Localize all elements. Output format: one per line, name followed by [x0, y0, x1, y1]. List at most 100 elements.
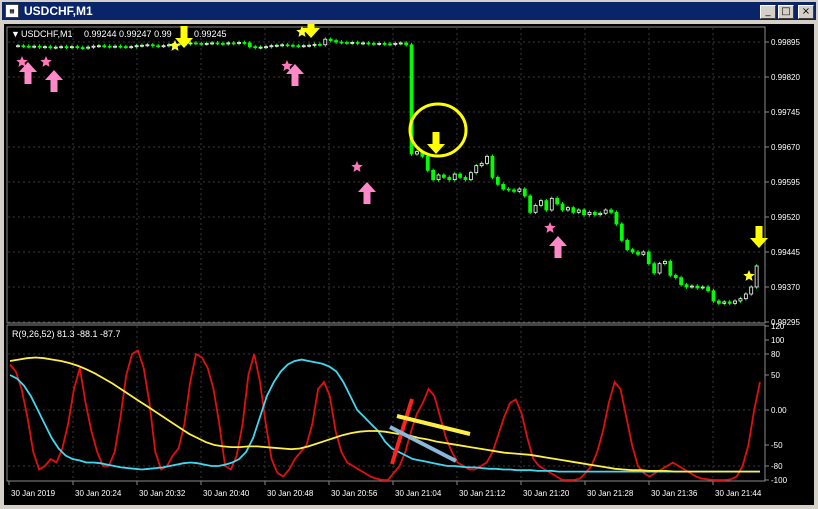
candle — [490, 154, 495, 180]
candle-body-bull — [274, 44, 279, 47]
candle-body-bear — [630, 249, 635, 253]
candle-body-bear — [463, 176, 468, 181]
candle-body-bull — [59, 46, 64, 49]
candle-body-bull — [657, 263, 662, 274]
candle — [296, 43, 301, 49]
candle — [657, 261, 662, 275]
candle-body-bear — [555, 197, 560, 205]
candle — [53, 45, 58, 50]
indicator-scale-label: 120 — [771, 322, 785, 331]
candle — [258, 45, 263, 50]
pink-star-icon — [351, 161, 363, 172]
candle-body-bull — [91, 45, 96, 48]
candle — [533, 203, 538, 215]
candle — [641, 250, 646, 257]
indicator-line-yellow — [9, 356, 760, 473]
candle-body-bear — [80, 47, 85, 50]
candle-body-bear — [458, 173, 462, 178]
chart-collapse-icon[interactable]: ▼ — [11, 29, 20, 39]
candle-body-bear — [646, 251, 651, 265]
candle — [727, 300, 732, 306]
candle-body-bull — [468, 172, 473, 181]
main-chart-frame — [6, 26, 766, 324]
up-arrow-icon — [45, 70, 63, 92]
candle-body-bull — [700, 286, 705, 289]
candle — [291, 43, 295, 48]
candle — [663, 259, 667, 266]
time-label: 30 Jan 20:32 — [139, 489, 186, 498]
candle-body-bear — [609, 209, 613, 213]
candle-body-bull — [53, 46, 58, 49]
candle — [749, 285, 754, 296]
candle — [711, 288, 716, 303]
price-chart-canvas[interactable]: ▼ USDCHF,M1 0.99244 0.99247 0.99 0.99245… — [4, 16, 814, 505]
candle — [528, 194, 533, 215]
close-button[interactable]: × — [798, 5, 814, 19]
time-label: 30 Jan 21:12 — [459, 489, 506, 498]
candle — [199, 41, 204, 46]
minimize-button[interactable]: _ — [760, 5, 776, 19]
candle-body-bear — [544, 200, 549, 211]
candle — [123, 44, 128, 49]
candle-body-bear — [695, 285, 700, 289]
candle-body-bear — [679, 277, 684, 286]
candle-body-bear — [285, 44, 290, 47]
candle — [312, 42, 317, 48]
time-label: 30 Jan 21:44 — [715, 489, 762, 498]
candle — [274, 43, 279, 48]
candle-body-bear — [371, 42, 376, 45]
candle-body-bear — [123, 46, 128, 49]
candle-series — [16, 37, 759, 306]
candle-body-bull — [377, 42, 382, 45]
candle-body-bear — [21, 45, 26, 48]
candle — [587, 210, 592, 217]
candle-body-bear — [490, 155, 495, 178]
candle-body-bull — [393, 42, 398, 45]
candle — [743, 292, 748, 301]
candle-body-bull — [587, 211, 592, 216]
candle — [555, 196, 560, 206]
candle-body-bear — [107, 45, 112, 48]
candle — [447, 175, 452, 182]
pink-star-icon — [544, 222, 556, 233]
indicator-scale-label: 80 — [771, 350, 780, 359]
chart-symbol: USDCHF,M1 — [21, 29, 73, 39]
chart-window: ▦ USDCHF,M1 _ □ × ▼ USDCHF,M1 0.99244 0.… — [0, 0, 818, 509]
candle-body-bull — [641, 251, 646, 255]
candle — [107, 44, 112, 49]
time-label: 30 Jan 2019 — [11, 489, 56, 498]
candle — [280, 42, 285, 48]
candle-body-bear — [118, 45, 123, 48]
indicator-axis: 120 100 80 50 0.00 -50 -80 -100 — [765, 322, 788, 485]
candle — [242, 40, 247, 45]
candle-body-bull — [452, 173, 457, 181]
time-label: 30 Jan 20:56 — [331, 489, 378, 498]
candle — [150, 42, 155, 48]
candle-body-bull — [743, 293, 748, 300]
candle-body-bull — [96, 45, 101, 48]
chart-area[interactable]: ▼ USDCHF,M1 0.99244 0.99247 0.99 0.99245… — [4, 16, 814, 505]
indicator-line-cyan — [9, 358, 760, 473]
candle-body-bear — [102, 45, 107, 48]
candle — [463, 175, 468, 182]
candle — [679, 275, 684, 287]
candle-body-bear — [220, 42, 225, 45]
candle — [140, 43, 144, 48]
candle-body-bull — [663, 260, 667, 265]
candle — [91, 44, 96, 49]
candle — [566, 205, 570, 212]
title-bar[interactable]: ▦ USDCHF,M1 _ □ × — [2, 2, 816, 20]
candle — [167, 42, 171, 48]
time-label: 30 Jan 21:28 — [587, 489, 634, 498]
candle — [59, 44, 64, 49]
candle — [75, 44, 80, 50]
candle — [598, 211, 603, 217]
candle — [485, 154, 489, 166]
candle-body-bear — [355, 42, 360, 44]
candle-body-bear — [253, 46, 258, 49]
maximize-button[interactable]: □ — [778, 5, 794, 19]
candle — [16, 43, 20, 48]
candle-body-bull — [474, 165, 479, 174]
candle — [652, 261, 657, 275]
candle-body-bear — [431, 169, 436, 181]
